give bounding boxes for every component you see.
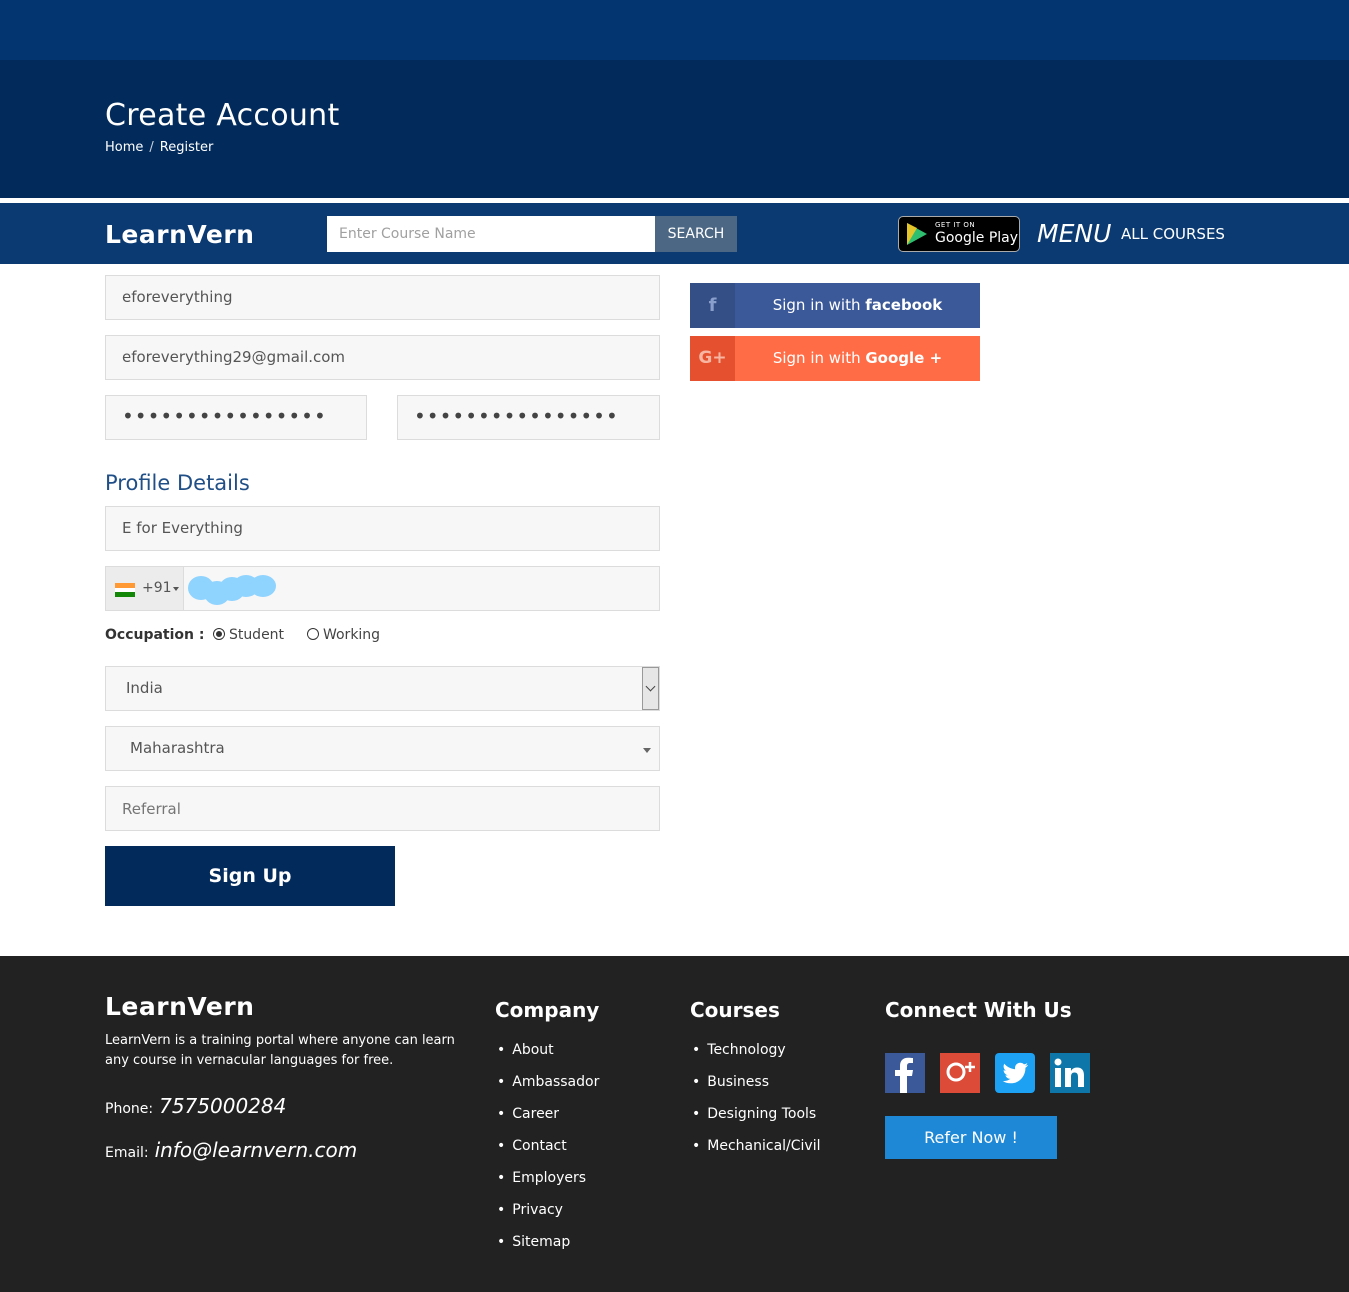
course-search-input[interactable] xyxy=(327,216,655,252)
phone-field[interactable]: +91 xyxy=(105,566,660,611)
twitter-icon[interactable] xyxy=(995,1053,1035,1093)
refer-now-button[interactable]: Refer Now ! xyxy=(885,1116,1057,1159)
footer-link-designing-tools[interactable]: Designing Tools xyxy=(692,1104,820,1136)
linkedin-icon[interactable] xyxy=(1050,1053,1090,1093)
working-label[interactable]: Working xyxy=(323,627,380,643)
caret-down-icon xyxy=(173,587,179,591)
google-plus-icon[interactable] xyxy=(940,1053,980,1093)
facebook-signin-prefix: Sign in with xyxy=(772,296,866,314)
india-flag-icon xyxy=(115,583,135,597)
google-signin-prefix: Sign in with xyxy=(772,349,866,367)
footer-link-about[interactable]: About xyxy=(497,1040,599,1072)
breadcrumb-register: Register xyxy=(159,140,214,155)
menu-button[interactable]: MENU xyxy=(1037,219,1111,248)
username-field[interactable]: eforeverything xyxy=(105,275,660,320)
footer: LearnVern LearnVern is a training portal… xyxy=(0,956,1349,1292)
email-field[interactable]: eforeverything29@gmail.com xyxy=(105,335,660,380)
footer-link-ambassador[interactable]: Ambassador xyxy=(497,1072,599,1104)
breadcrumb-home[interactable]: Home xyxy=(105,140,143,155)
facebook-brand: facebook xyxy=(865,296,943,314)
sign-up-button[interactable]: Sign Up xyxy=(105,846,395,906)
google-play-icon-accent xyxy=(907,223,917,245)
footer-phone: Phone: 7575000284 xyxy=(105,1094,286,1118)
facebook-icon[interactable] xyxy=(885,1053,925,1093)
profile-details-heading: Profile Details xyxy=(105,471,250,495)
courses-links: Technology Business Designing Tools Mech… xyxy=(692,1040,820,1168)
google-play-text: Google Play xyxy=(935,230,1019,246)
phone-label: Phone: xyxy=(105,1101,154,1117)
state-select[interactable]: Maharashtra xyxy=(105,726,660,771)
breadcrumb-separator: / xyxy=(149,140,154,155)
confirm-password-field[interactable]: •••••••••••••••• xyxy=(397,395,660,440)
facebook-signin-button[interactable]: f Sign in with facebook xyxy=(690,283,980,328)
footer-link-career[interactable]: Career xyxy=(497,1104,599,1136)
footer-description: LearnVern is a training portal where any… xyxy=(105,1033,455,1068)
top-band xyxy=(0,0,1349,60)
state-value: Maharashtra xyxy=(130,739,225,757)
country-code: +91 xyxy=(142,580,172,596)
footer-link-privacy[interactable]: Privacy xyxy=(497,1200,599,1232)
google-signin-button[interactable]: G+ Sign in with Google + xyxy=(690,336,980,381)
page-header: Create Account Home / Register xyxy=(0,60,1349,198)
full-name-field[interactable]: E for Everything xyxy=(105,506,660,551)
google-play-small-text: GET IT ON xyxy=(935,221,976,229)
company-heading: Company xyxy=(495,998,600,1022)
occupation-group: Occupation : Student Working xyxy=(105,627,380,643)
breadcrumb: Home / Register xyxy=(105,140,213,155)
select-arrow[interactable] xyxy=(642,667,659,710)
company-links: About Ambassador Career Contact Employer… xyxy=(497,1040,599,1264)
google-brand: Google + xyxy=(865,349,943,367)
courses-heading: Courses xyxy=(690,998,780,1022)
footer-link-mechanical-civil[interactable]: Mechanical/Civil xyxy=(692,1136,820,1168)
student-radio[interactable] xyxy=(212,628,225,640)
footer-logo[interactable]: LearnVern xyxy=(105,992,254,1021)
country-value: India xyxy=(126,679,163,697)
working-radio[interactable] xyxy=(306,628,319,640)
footer-link-technology[interactable]: Technology xyxy=(692,1040,820,1072)
referral-input[interactable] xyxy=(105,786,660,831)
learnvern-logo[interactable]: LearnVern xyxy=(105,220,254,249)
password-field[interactable]: •••••••••••••••• xyxy=(105,395,367,440)
facebook-icon: f xyxy=(690,283,735,328)
country-code-selector[interactable]: +91 xyxy=(106,567,184,610)
google-play-badge[interactable]: GET IT ON Google Play xyxy=(898,216,1020,252)
page-title: Create Account xyxy=(105,98,340,133)
email-address[interactable]: info@learnvern.com xyxy=(155,1138,358,1162)
country-select[interactable]: India xyxy=(105,666,660,711)
google-plus-icon: G+ xyxy=(690,336,735,381)
footer-link-employers[interactable]: Employers xyxy=(497,1168,599,1200)
footer-email: Email: info@learnvern.com xyxy=(105,1138,357,1162)
footer-link-sitemap[interactable]: Sitemap xyxy=(497,1232,599,1264)
main-navbar: LearnVern SEARCH GET IT ON Google Play M… xyxy=(0,203,1349,264)
chevron-down-icon xyxy=(645,681,656,692)
search-button[interactable]: SEARCH xyxy=(655,216,737,252)
occupation-label: Occupation : xyxy=(105,627,205,643)
all-courses-link[interactable]: ALL COURSES xyxy=(1121,225,1225,243)
connect-heading: Connect With Us xyxy=(885,998,1072,1022)
footer-link-contact[interactable]: Contact xyxy=(497,1136,599,1168)
email-label: Email: xyxy=(105,1145,149,1161)
footer-link-business[interactable]: Business xyxy=(692,1072,820,1104)
phone-number[interactable]: 7575000284 xyxy=(159,1094,286,1118)
caret-down-icon xyxy=(643,748,651,753)
student-label[interactable]: Student xyxy=(229,627,284,643)
